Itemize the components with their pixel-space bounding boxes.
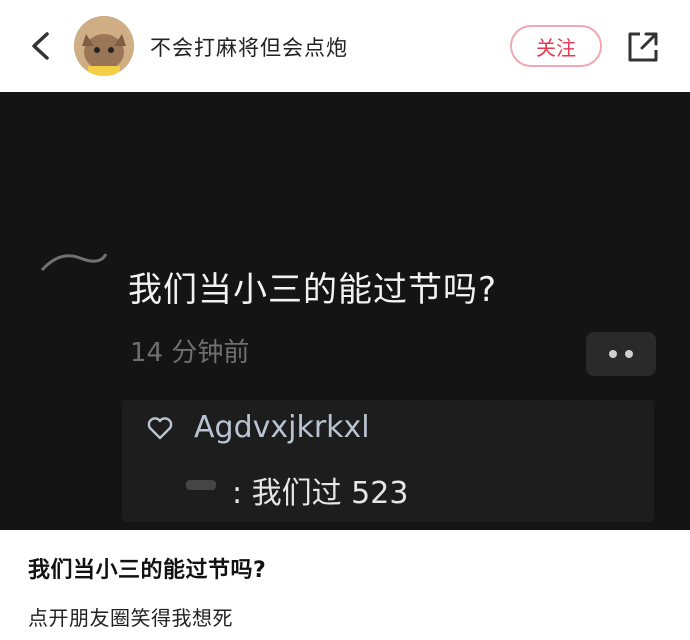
post-title: 我们当小三的能过节吗? [128,270,498,310]
comment-box: Agdvxjkrkxl : 我们过 523 [122,400,654,522]
reply-text: : 我们过 523 [232,476,409,511]
top-bar: 不会打麻将但会点炮 关注 [0,0,690,92]
share-out-icon[interactable] [624,28,662,66]
chevron-left-icon[interactable] [22,28,58,64]
liker-name: Agdvxjkrkxl [194,410,370,445]
more-dots-icon[interactable] [586,332,656,376]
follow-button[interactable]: 关注 [510,25,602,67]
screenshot-image: 我们当小三的能过节吗? 14 分钟前 Agdvxjkrkxl : 我们过 523 [0,92,690,530]
blurred-avatar [40,244,108,272]
avatar[interactable] [74,16,134,76]
blurred-reply-name [182,470,222,500]
heart-outline-icon[interactable] [146,414,174,442]
username[interactable]: 不会打麻将但会点炮 [150,32,348,62]
caption-title: 我们当小三的能过节吗? [28,558,267,583]
post-time: 14 分钟前 [130,338,250,368]
caption-subtitle: 点开朋友圈笑得我想死 [28,606,233,630]
